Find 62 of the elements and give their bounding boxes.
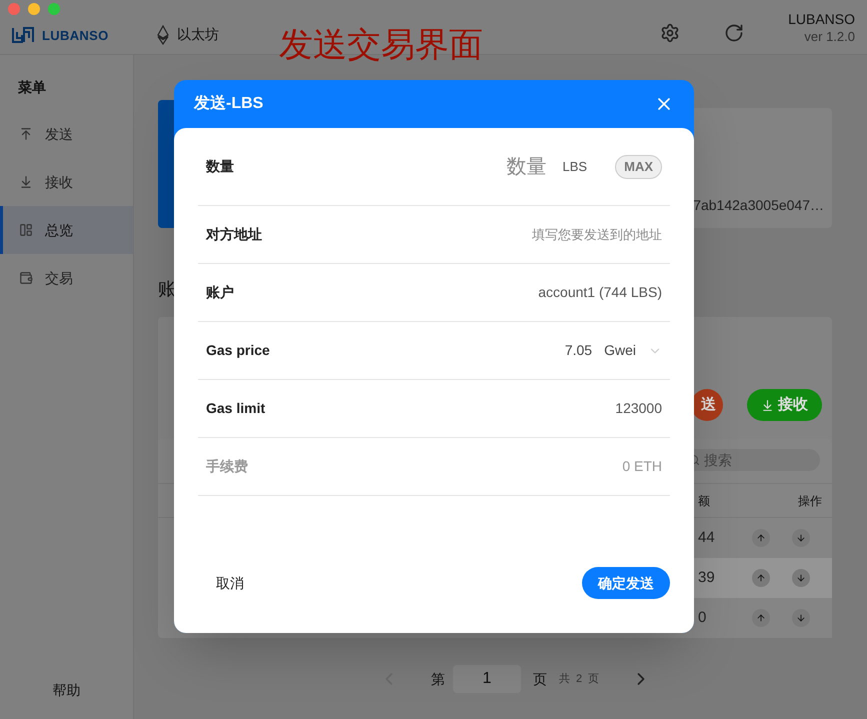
field-value: account1 (744 LBS) (538, 283, 662, 302)
amount-cell-text: 44 (698, 528, 715, 548)
send-button[interactable]: 送 (691, 389, 723, 421)
field-label: 账户 (206, 283, 234, 302)
receive-row-button[interactable] (792, 529, 810, 547)
column-header: 额 (698, 492, 710, 510)
logo-icon (12, 27, 34, 44)
field-label: 对方地址 (206, 225, 262, 244)
arrow-up-icon (756, 613, 766, 623)
menu-icon (19, 175, 33, 189)
unit-label: LBS (562, 158, 588, 176)
menu-icon (19, 223, 33, 237)
send-row-button[interactable] (752, 529, 770, 547)
menu-title: 菜单 (17, 78, 47, 97)
send-row-button[interactable] (752, 569, 770, 587)
arrow-down-icon (796, 573, 806, 583)
cancel-button[interactable]: 取消 (216, 572, 244, 594)
section-heading: 账 (158, 278, 176, 301)
amount-input[interactable]: 数量 (486, 152, 547, 182)
field-label: Gas limit (206, 399, 266, 418)
minimize-window-button[interactable] (28, 3, 40, 15)
field-label: Gas price (206, 341, 270, 360)
sidebar-item[interactable]: 接收 (0, 158, 133, 206)
download-icon (761, 398, 774, 412)
settings-icon[interactable] (660, 23, 680, 43)
arrow-up-icon (756, 533, 766, 543)
logo-text: LUBANSO (42, 26, 109, 44)
receive-row-button[interactable] (792, 569, 810, 587)
menu-icon (19, 271, 33, 285)
send-row-button[interactable] (752, 609, 770, 627)
field-value: 123000 (615, 399, 662, 418)
amount-cell-text: 0 (698, 608, 706, 628)
field-label: 数量 (206, 157, 234, 176)
network-label[interactable]: 以太坊 (177, 24, 219, 45)
ethereum-icon (157, 24, 169, 44)
arrow-down-icon (796, 613, 806, 623)
annotation-text: 发送交易界面 (279, 28, 483, 62)
sidebar-item[interactable]: 交易 (0, 254, 133, 302)
arrow-up-icon (756, 573, 766, 583)
table-row[interactable]: 39 (694, 558, 832, 598)
field-value: 0 ETH (622, 457, 662, 476)
refresh-icon[interactable] (724, 23, 744, 43)
page-prefix: 第 (430, 670, 445, 688)
sidebar-item[interactable]: 发送 (0, 110, 133, 158)
receive-button[interactable]: 接收 (747, 389, 822, 421)
max-button[interactable]: MAX (615, 154, 662, 178)
version-label: ver 1.2.0 (804, 28, 855, 45)
gas-price-select[interactable]: 7.05 Gwei (564, 340, 662, 361)
menu-icon (19, 127, 33, 141)
arrow-down-icon (796, 533, 806, 543)
dialog-title: 发送-LBS (194, 94, 264, 114)
receive-row-button[interactable] (792, 609, 810, 627)
column-header: 操作 (798, 492, 822, 510)
page-input[interactable]: 1 (452, 665, 521, 693)
field-label: 手续费 (206, 457, 248, 476)
amount-cell-text: 39 (698, 568, 715, 588)
confirm-send-button[interactable]: 确定发送 (582, 567, 670, 599)
app-name: LUBANSO (788, 11, 855, 29)
total-pages: 共 2 页 (558, 672, 600, 687)
sidebar-item[interactable]: 总览 (0, 206, 133, 254)
help-link[interactable]: 帮助 (52, 680, 80, 701)
page-suffix: 页 (532, 670, 547, 688)
